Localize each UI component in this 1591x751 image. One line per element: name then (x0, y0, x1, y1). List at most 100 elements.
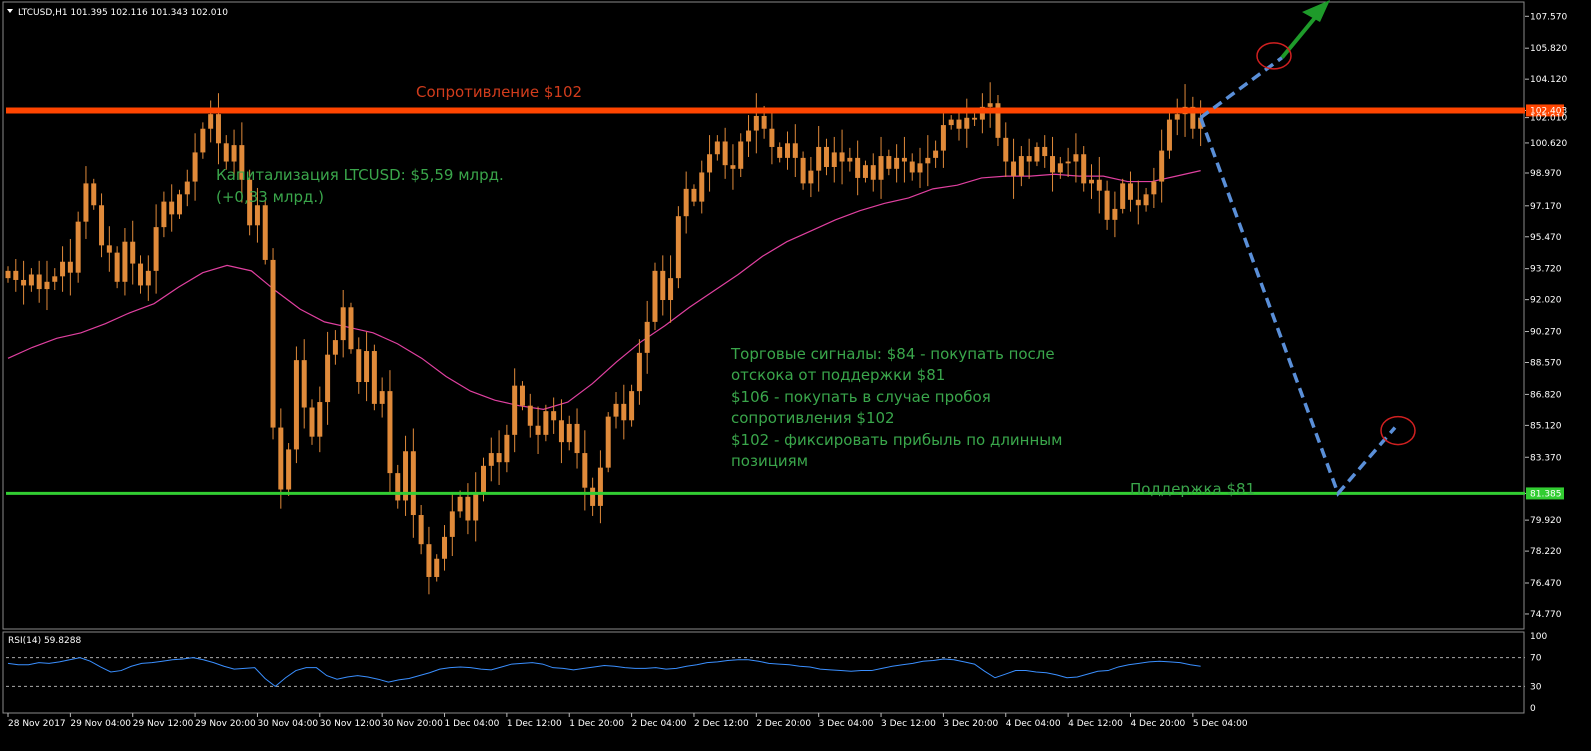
candle-body (395, 473, 401, 501)
moving-average-layer (7, 170, 1201, 410)
candle-body (278, 427, 284, 490)
candle-body (67, 261, 73, 273)
price-tick-label: 90.270 (1530, 328, 1562, 338)
price-tick-label: 74.770 (1530, 610, 1562, 620)
candle-body (753, 115, 759, 131)
candle-body (1104, 190, 1110, 220)
candle-body (1120, 183, 1126, 209)
signals-line-5: $102 - фиксировать прибыль по длинным (731, 431, 1062, 449)
menu-triangle-icon[interactable] (7, 9, 13, 13)
candle-body (675, 216, 681, 279)
time-tick-label: 30 Nov 12:00 (320, 719, 381, 729)
candle-body (192, 152, 198, 182)
candle-body (839, 152, 845, 162)
price-tick-label: 79.920 (1530, 516, 1562, 526)
price-tick-label: 105.820 (1530, 44, 1567, 54)
candle-body (785, 143, 790, 158)
candle-body (473, 493, 479, 521)
time-tick-label: 1 Dec 20:00 (569, 719, 624, 729)
candle-body (652, 270, 658, 322)
candle-body (371, 351, 377, 404)
candle-body (660, 270, 666, 301)
signals-line-2: отскока от поддержки $81 (731, 366, 945, 384)
rsi-header: RSI(14) 59.8288 (8, 636, 81, 646)
candle-body (442, 536, 448, 559)
candle-body (60, 261, 66, 277)
rsi-level-label: 70 (1530, 654, 1542, 664)
candle-body (504, 434, 510, 463)
rsi-line (7, 657, 1201, 688)
candle-body (1011, 161, 1017, 177)
price-chart[interactable]: 10070300 107.570105.820104.120102.403102… (0, 0, 1591, 747)
candle-body (1034, 146, 1040, 162)
candle-body (613, 403, 619, 417)
candle-body (1081, 154, 1087, 184)
price-axis: 107.570105.820104.120102.403102.010100.6… (1525, 12, 1567, 620)
time-tick-label: 4 Dec 20:00 (1130, 719, 1185, 729)
time-tick-label: 3 Dec 20:00 (943, 719, 998, 729)
candle-body (668, 278, 674, 301)
candle-body (574, 423, 580, 454)
candle-body (488, 453, 494, 466)
annotation-text-layer: LTCUSD,H1 101.395 102.116 101.343 102.01… (8, 8, 1255, 646)
time-tick-label: 1 Dec 04:00 (445, 719, 500, 729)
price-tick-label: 92.020 (1530, 296, 1562, 306)
candle-body (847, 157, 853, 162)
candle-body (1135, 199, 1141, 206)
candle-body (83, 183, 89, 222)
time-tick-label: 5 Dec 04:00 (1193, 719, 1248, 729)
candle-body (808, 170, 814, 184)
candle-body (1026, 156, 1032, 162)
candle-body (114, 252, 120, 282)
candle-body (862, 165, 868, 178)
price-tick-label: 76.470 (1530, 579, 1562, 589)
price-tick-label: 93.720 (1530, 265, 1562, 275)
candle-body (309, 407, 315, 437)
arrow-up-icon (1302, 0, 1330, 22)
candle-body (138, 263, 144, 286)
price-tick-label: 107.570 (1530, 12, 1567, 22)
price-tick-label: 86.820 (1530, 390, 1562, 400)
support-label: Поддержка $81 (1130, 480, 1255, 498)
candle-body (231, 145, 237, 162)
chart-window: 100 70 30 0 107.570 105.820 104.120 102.403 102… (0, 0, 1591, 747)
candle-body (527, 405, 533, 426)
candle-body (410, 451, 416, 516)
candle-body (730, 165, 736, 169)
candle-body (691, 188, 697, 202)
candle-body (1112, 208, 1118, 220)
candle-body (184, 181, 190, 195)
price-tick-label: 95.470 (1530, 233, 1562, 243)
candle-body (707, 154, 713, 173)
candle-body (262, 205, 268, 260)
candle-body (777, 146, 783, 158)
time-tick-label: 1 Dec 12:00 (507, 719, 562, 729)
price-tick-label: 85.120 (1530, 421, 1562, 431)
candle-body (917, 163, 923, 173)
candle-body (1018, 156, 1024, 177)
time-tick-label: 3 Dec 12:00 (881, 719, 936, 729)
candle-body (629, 391, 635, 421)
time-tick-label: 29 Nov 20:00 (195, 719, 256, 729)
candle-body (91, 183, 97, 206)
time-tick-label: 4 Dec 12:00 (1068, 719, 1123, 729)
candle-body (519, 385, 525, 406)
candle-body (301, 360, 307, 408)
candle-body (816, 146, 822, 171)
candle-body (1127, 183, 1133, 200)
candle-body (621, 403, 627, 421)
candle-body (582, 453, 588, 488)
candle-body (169, 201, 175, 215)
price-tick-label: 78.220 (1530, 547, 1562, 557)
candle-body (1042, 146, 1048, 157)
candle-body (13, 270, 19, 280)
candle-body (1143, 194, 1149, 206)
candle-body (434, 558, 440, 577)
candle-body (356, 349, 362, 383)
candle-body (1151, 181, 1157, 195)
price-tick-label: 100.620 (1530, 139, 1567, 149)
signals-line-6: позициям (731, 452, 808, 470)
candle-body (831, 152, 837, 167)
candle-body (449, 511, 455, 537)
candle-body (28, 274, 34, 286)
